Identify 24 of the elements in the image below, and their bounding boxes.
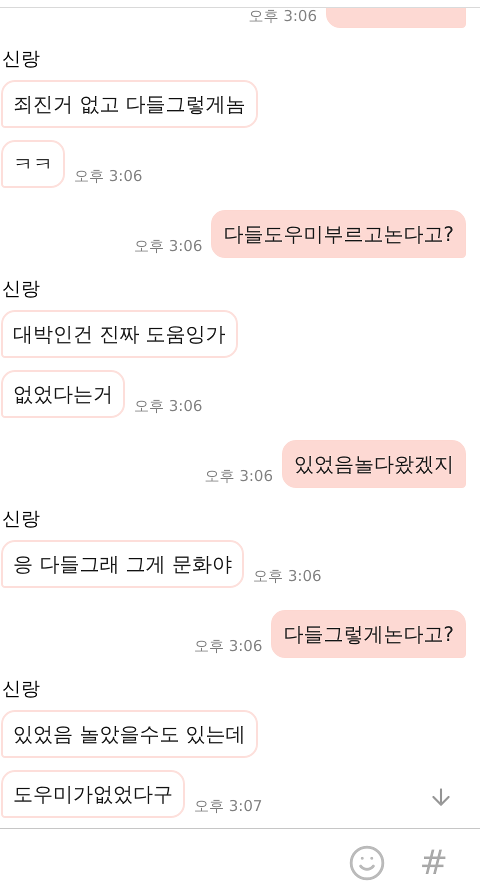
message-bubble: 대박인건 진짜 도움잉가 [1, 310, 238, 358]
message-bubble: 응 다들그래 그게 문화야 [1, 540, 244, 588]
message-time: 오후 3:06 [204, 467, 273, 487]
message-bubble: 다들도우미부르고논다고? [211, 210, 466, 258]
message-time: 오후 3:06 [253, 567, 322, 587]
sender-name: 신랑 [2, 48, 41, 70]
sender-name: 신랑 [2, 278, 41, 300]
sender-name: 신랑 [2, 508, 41, 530]
sender-name: 신랑 [2, 678, 41, 700]
message-bubble: ㅋㅋ [1, 140, 65, 188]
message-bubble: 있었음놀다왔겠지 [282, 440, 466, 488]
message-time: 오후 3:06 [194, 637, 262, 657]
message-time: 오후 3:06 [134, 237, 202, 257]
message-bubble: 죄진거 없고 다들그렇게놈 [1, 80, 258, 128]
message-time: 오후 3:06 [248, 8, 317, 27]
emoji-icon[interactable] [348, 844, 386, 882]
message-time: 오후 3:06 [74, 167, 142, 187]
message-bubble: 다들그렇게논다고? [271, 610, 466, 658]
message-bubble: 도우미가없었다구 [1, 770, 185, 818]
hashtag-button[interactable]: # [420, 842, 448, 882]
message-bubble: 있었음 놀았을수도 있는데 [1, 710, 258, 758]
message-time: 오후 3:07 [194, 797, 262, 817]
message-bubble: 없었다는거 [1, 370, 125, 418]
message-time: 오후 3:06 [134, 397, 202, 417]
